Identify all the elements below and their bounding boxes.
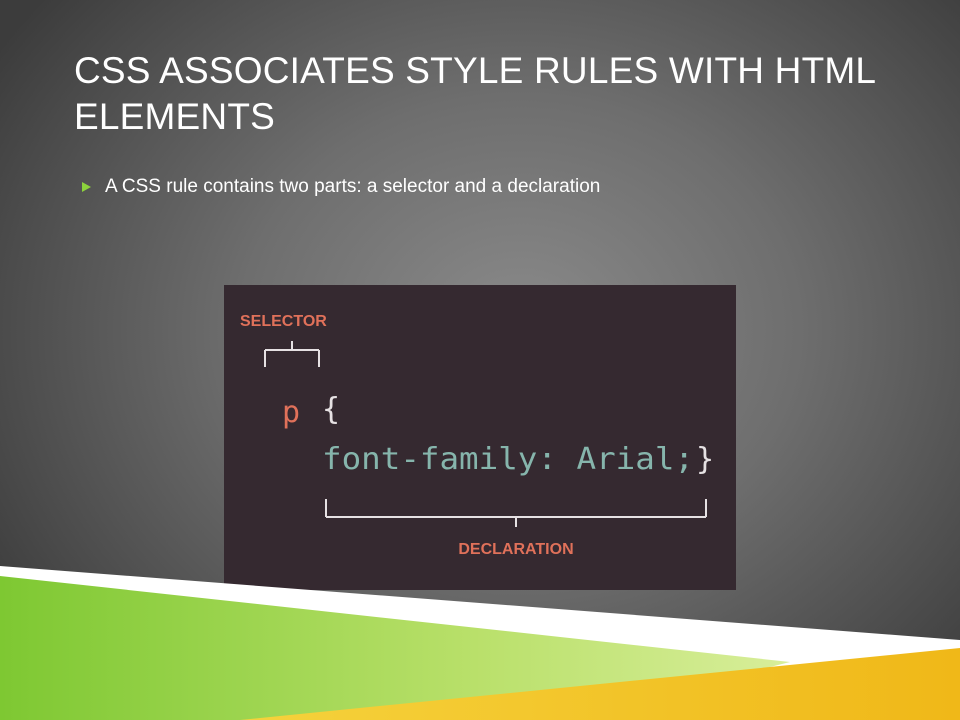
slide: CSS Associates Style Rules with HTML Ele… — [0, 0, 960, 720]
footer-decoration — [0, 566, 960, 720]
